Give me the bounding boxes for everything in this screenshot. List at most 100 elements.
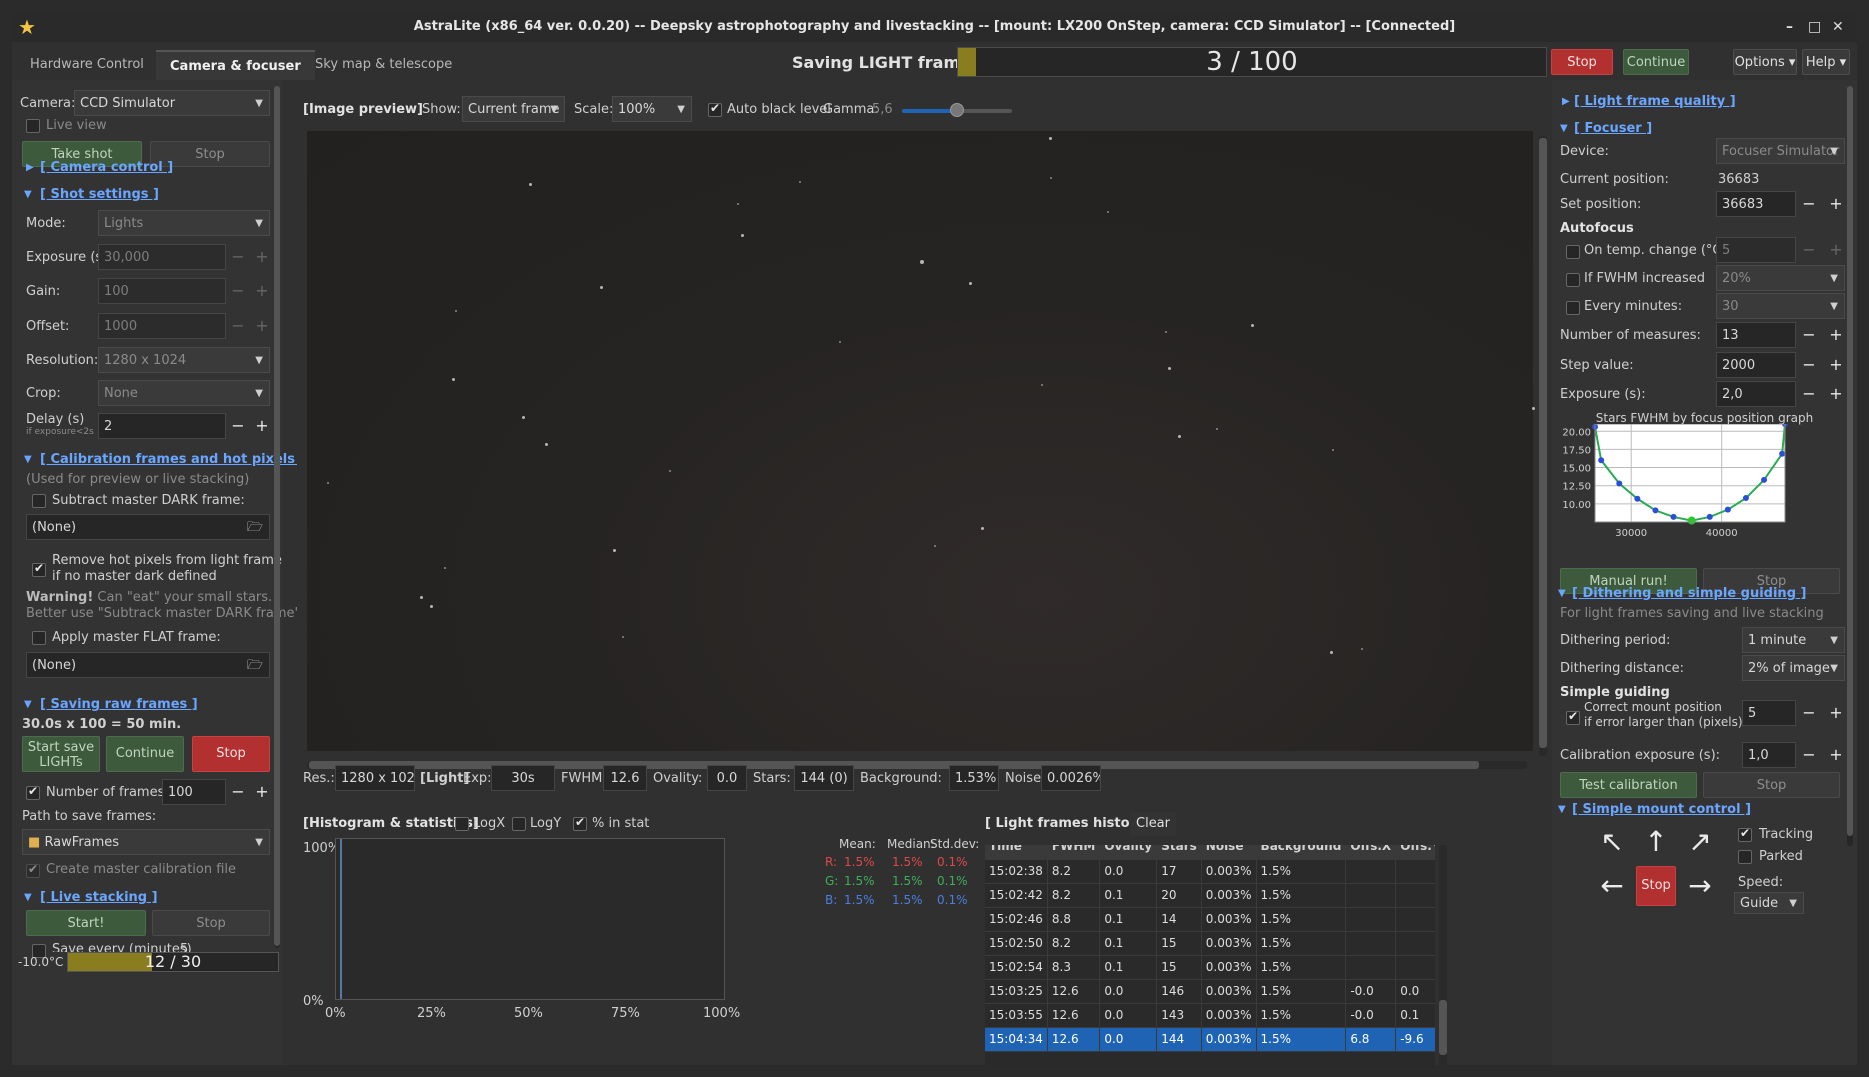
dithering-section[interactable]: [ Dithering and simple guiding ]: [1572, 586, 1806, 601]
flat-file-field[interactable]: (None) 🗁: [26, 652, 270, 678]
table-row[interactable]: 15:02:50 8.2 0.1 15 0.003% 1.5%: [985, 931, 1435, 956]
parked-checkbox[interactable]: [1738, 850, 1752, 864]
saving-continue-button[interactable]: Continue: [1623, 49, 1689, 75]
correct-plus-icon[interactable]: +: [1826, 700, 1846, 726]
table-row[interactable]: 15:02:42 8.2 0.1 20 0.003% 1.5%: [985, 883, 1435, 908]
on-temp-plus-icon[interactable]: +: [1826, 237, 1846, 263]
help-menu[interactable]: Help ▾: [1802, 49, 1850, 75]
saving-stop-button-left[interactable]: Stop: [192, 736, 270, 772]
minimize-icon[interactable]: –: [1786, 12, 1793, 42]
every-minutes-checkbox[interactable]: [1566, 301, 1580, 315]
number-of-frames-checkbox[interactable]: [26, 784, 40, 800]
exposure-field[interactable]: 30,000: [98, 244, 226, 270]
history-clear-button[interactable]: Clear: [1130, 812, 1176, 836]
maximize-icon[interactable]: □: [1808, 12, 1821, 42]
af-exposure-field[interactable]: 2,0: [1716, 381, 1796, 407]
left-scrollbar-thumb[interactable]: [274, 86, 280, 946]
saving-raw-section[interactable]: [ Saving raw frames ]: [40, 697, 198, 712]
shot-settings-section[interactable]: [ Shot settings ]: [40, 187, 159, 202]
collapse-down-icon[interactable]: ▼: [24, 699, 32, 710]
number-of-frames-field[interactable]: 100: [162, 779, 226, 805]
collapse-down-icon[interactable]: ▼: [1560, 123, 1568, 134]
auto-black-checkbox[interactable]: [708, 101, 722, 117]
gain-plus-icon[interactable]: +: [252, 278, 272, 304]
af-exposure-minus-icon[interactable]: −: [1799, 381, 1819, 407]
num-measures-minus-icon[interactable]: −: [1799, 322, 1819, 348]
apply-flat-checkbox[interactable]: [32, 631, 46, 645]
exposure-plus-icon[interactable]: +: [252, 244, 272, 270]
live-stop-button[interactable]: Stop: [152, 910, 270, 936]
step-plus-icon[interactable]: +: [1826, 352, 1846, 378]
tab-camera-focuser[interactable]: Camera & focuser: [156, 50, 315, 80]
expand-right-icon[interactable]: ▶: [1562, 96, 1570, 107]
history-column-header[interactable]: FWHM: [1047, 845, 1101, 860]
dithering-distance-select[interactable]: 2% of image ▼: [1742, 655, 1845, 681]
set-position-field[interactable]: 36683: [1716, 191, 1796, 217]
expand-right-icon[interactable]: ▶: [26, 162, 34, 173]
logy-checkbox[interactable]: [512, 817, 526, 831]
tab-hardware-control[interactable]: Hardware Control: [16, 50, 158, 80]
save-every-field[interactable]: 5: [180, 942, 188, 952]
history-scrollbar[interactable]: [1439, 845, 1447, 1067]
logx-checkbox[interactable]: [455, 817, 469, 831]
close-icon[interactable]: ✕: [1832, 12, 1844, 42]
calibration-stop-button[interactable]: Stop: [1703, 772, 1840, 798]
table-row[interactable]: 15:03:5512.60.01430.003%1.5%-0.00.1-0.0°: [985, 1003, 1435, 1028]
path-select[interactable]: ■ RawFrames ▼: [22, 829, 270, 855]
start-save-lights-button[interactable]: Start save LIGHTs: [22, 736, 100, 772]
correct-mount-checkbox[interactable]: [1566, 709, 1580, 725]
offset-minus-icon[interactable]: −: [228, 313, 248, 339]
pct-in-stat-checkbox[interactable]: [573, 815, 587, 831]
every-minutes-select[interactable]: 30 ▼: [1716, 293, 1845, 319]
table-row[interactable]: 15:02:46 8.8 0.1 14 0.003% 1.5%: [985, 907, 1435, 932]
tab-sky-map[interactable]: Sky map & telescope: [301, 50, 466, 80]
show-select[interactable]: Current frame ▼: [462, 96, 565, 122]
arrow-up-icon[interactable]: ↑: [1636, 822, 1676, 862]
gamma-slider[interactable]: [902, 103, 1012, 117]
gamma-slider-handle[interactable]: [950, 103, 964, 117]
collapse-down-icon[interactable]: ▼: [24, 892, 32, 903]
tracking-checkbox[interactable]: [1738, 826, 1752, 842]
arrow-left-icon[interactable]: ←: [1592, 866, 1632, 906]
history-column-header[interactable]: Offs.Y: [1395, 845, 1435, 860]
mount-stop-button[interactable]: Stop: [1636, 866, 1676, 906]
speed-select[interactable]: Guide ▼: [1734, 892, 1804, 914]
on-temp-checkbox[interactable]: [1566, 245, 1580, 259]
on-temp-field[interactable]: 5: [1716, 237, 1796, 263]
calibration-section[interactable]: [ Calibration frames and hot pixels ]: [40, 452, 305, 467]
collapse-down-icon[interactable]: ▼: [24, 454, 32, 465]
if-fwhm-select[interactable]: 20% ▼: [1716, 265, 1845, 291]
step-minus-icon[interactable]: −: [1799, 352, 1819, 378]
step-field[interactable]: 2000: [1716, 352, 1796, 378]
focuser-section[interactable]: [ Focuser ]: [1574, 121, 1652, 136]
correct-mount-field[interactable]: 5: [1742, 700, 1796, 726]
camera-select[interactable]: CCD Simulator ▼: [74, 90, 270, 116]
arrow-right-icon[interactable]: →: [1680, 866, 1720, 906]
calib-exposure-minus-icon[interactable]: −: [1799, 742, 1819, 768]
table-row[interactable]: 15:04:3412.60.01440.003%1.5%6.8-9.6-0.0°: [985, 1027, 1435, 1052]
if-fwhm-checkbox[interactable]: [1566, 273, 1580, 287]
mode-select[interactable]: Lights ▼: [98, 210, 270, 236]
folder-icon[interactable]: 🗁: [247, 515, 263, 539]
history-column-header[interactable]: Noise: [1201, 845, 1257, 860]
test-calibration-button[interactable]: Test calibration: [1560, 772, 1697, 798]
left-scrollbar[interactable]: [274, 86, 280, 948]
dithering-period-select[interactable]: 1 minute ▼: [1742, 627, 1845, 653]
frames-plus-icon[interactable]: +: [252, 779, 272, 805]
right-scrollbar[interactable]: [1847, 86, 1853, 846]
mount-control-section[interactable]: [ Simple mount control ]: [1572, 802, 1751, 817]
crop-select[interactable]: None ▼: [98, 380, 270, 406]
folder-icon[interactable]: 🗁: [247, 653, 263, 677]
preview-vscroll[interactable]: [1539, 136, 1547, 756]
offset-field[interactable]: 1000: [98, 313, 226, 339]
collapse-down-icon[interactable]: ▼: [24, 189, 32, 200]
subtract-dark-checkbox[interactable]: [32, 494, 46, 508]
delay-minus-icon[interactable]: −: [228, 413, 248, 439]
history-scrollbar-thumb[interactable]: [1439, 1000, 1447, 1055]
focuser-device-select[interactable]: Focuser Simulator ▼: [1716, 138, 1845, 164]
create-master-checkbox[interactable]: [26, 862, 40, 878]
remove-hot-pixels-checkbox[interactable]: [32, 561, 46, 577]
live-view-checkbox[interactable]: [26, 119, 40, 133]
gain-minus-icon[interactable]: −: [228, 278, 248, 304]
set-position-minus-icon[interactable]: −: [1799, 191, 1819, 217]
